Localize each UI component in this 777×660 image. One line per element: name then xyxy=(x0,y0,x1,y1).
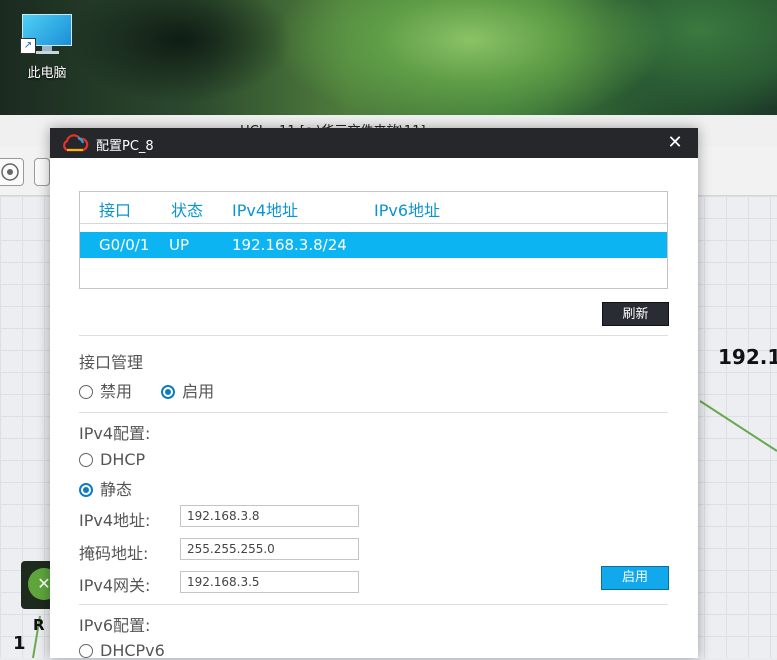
column-header-interface: 接口 xyxy=(99,201,132,220)
computer-monitor-icon: ↗ xyxy=(20,14,72,54)
radio-dhcp-icon xyxy=(79,453,93,467)
cell-status: UP xyxy=(169,236,190,254)
radio-disable[interactable]: 禁用 xyxy=(79,382,132,401)
radio-dhcpv6-icon xyxy=(79,644,93,658)
radio-static-label: 静态 xyxy=(100,480,133,499)
shortcut-arrow-icon: ↗ xyxy=(20,38,36,54)
radio-dhcpv6[interactable]: DHCPv6 xyxy=(79,641,165,660)
column-header-ipv6: IPv6地址 xyxy=(374,201,441,220)
ipv6-config-title: IPv6配置: xyxy=(79,616,151,635)
desktop-wallpaper: ↗ 此电脑 xyxy=(0,0,777,115)
gateway-input[interactable]: 192.168.3.5 xyxy=(180,571,359,593)
divider xyxy=(79,412,668,413)
divider xyxy=(79,604,668,605)
radio-dhcp-label: DHCP xyxy=(100,450,146,469)
ipv4-config-title: IPv4配置: xyxy=(79,424,151,443)
mask-label: 掩码地址: xyxy=(79,544,149,563)
interface-mgmt-options: 禁用 启用 xyxy=(79,378,214,402)
radio-disable-label: 禁用 xyxy=(100,382,133,401)
toolbar-layout-icon[interactable] xyxy=(34,158,50,186)
dialog-title: 配置PC_8 xyxy=(96,139,154,154)
desktop-icon-this-pc[interactable]: ↗ 此电脑 xyxy=(14,10,80,81)
cloud-icon xyxy=(63,134,89,152)
mask-input[interactable]: 255.255.255.0 xyxy=(180,538,359,560)
config-dialog: 配置PC_8 ✕ 接口 状态 IPv4地址 IPv6地址 G0/0/1 UP 1… xyxy=(50,128,698,660)
router-label: R xyxy=(33,616,45,634)
table-header-divider xyxy=(80,223,667,224)
radio-static-icon xyxy=(79,483,93,497)
interface-table: 接口 状态 IPv4地址 IPv6地址 G0/0/1 UP 192.168.3.… xyxy=(79,191,668,289)
refresh-button[interactable]: 刷新 xyxy=(602,302,669,326)
column-header-ipv4: IPv4地址 xyxy=(232,201,299,220)
topology-ip-label: 192.1 xyxy=(718,345,777,369)
radio-disable-icon xyxy=(79,385,93,399)
radio-dhcp[interactable]: DHCP xyxy=(79,450,145,469)
radio-enable-label: 启用 xyxy=(182,382,215,401)
dialog-titlebar[interactable]: 配置PC_8 ✕ xyxy=(50,128,698,158)
gateway-label: IPv4网关: xyxy=(79,576,151,595)
cell-interface: G0/0/1 xyxy=(99,236,150,254)
corner-number: 1 xyxy=(13,633,26,654)
ipv4-apply-button[interactable]: 启用 xyxy=(601,566,669,590)
cell-ipv4: 192.168.3.8/24 xyxy=(232,236,347,254)
ipv4-address-input[interactable]: 192.168.3.8 xyxy=(180,505,359,527)
radio-static[interactable]: 静态 xyxy=(79,476,132,500)
divider xyxy=(79,335,668,336)
close-icon[interactable]: ✕ xyxy=(662,130,688,156)
interface-mgmt-title: 接口管理 xyxy=(79,353,144,372)
ipv4-address-label: IPv4地址: xyxy=(79,511,151,530)
radio-enable-icon xyxy=(161,385,176,399)
toolbar-network-icon[interactable] xyxy=(0,158,24,186)
radio-dhcpv6-label: DHCPv6 xyxy=(100,641,165,660)
radio-enable[interactable]: 启用 xyxy=(161,382,214,401)
desktop-icon-label: 此电脑 xyxy=(27,66,67,81)
column-header-status: 状态 xyxy=(171,201,204,220)
